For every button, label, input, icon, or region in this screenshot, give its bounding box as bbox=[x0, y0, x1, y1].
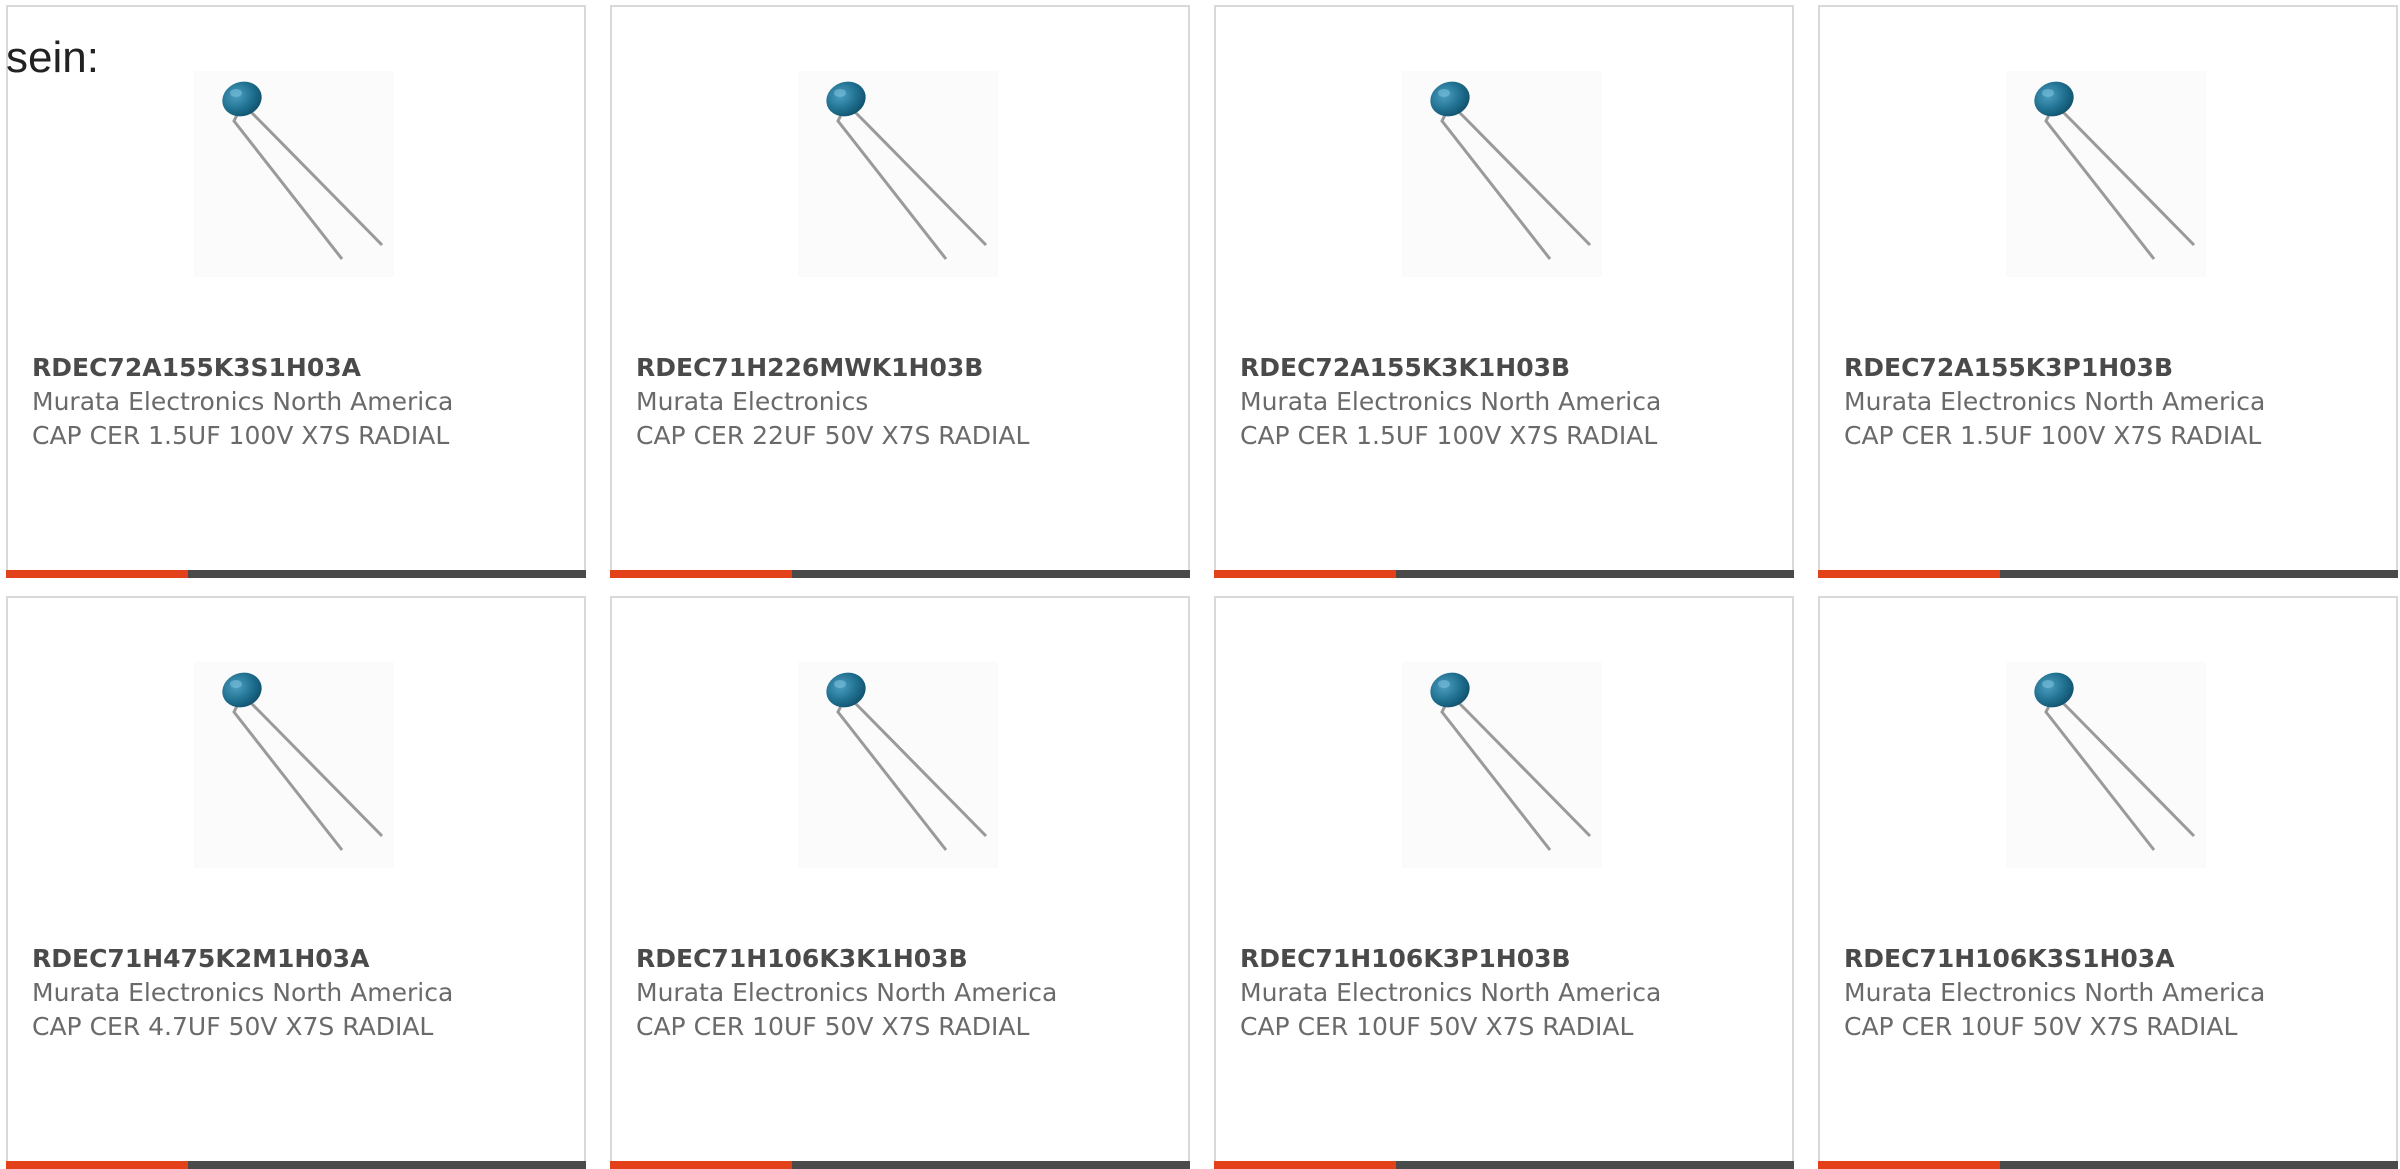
description: CAP CER 10UF 50V X7S RADIAL bbox=[636, 1012, 1030, 1041]
radial-capacitor-icon[interactable] bbox=[1402, 662, 1602, 868]
part-number[interactable]: RDEC71H106K3K1H03B bbox=[636, 942, 1172, 976]
part-number[interactable]: RDEC72A155K3K1H03B bbox=[1240, 351, 1776, 385]
description: CAP CER 10UF 50V X7S RADIAL bbox=[1240, 1012, 1634, 1041]
product-info: RDEC71H106K3K1H03B Murata Electronics No… bbox=[636, 942, 1172, 1044]
product-card[interactable]: RDEC71H106K3K1H03B Murata Electronics No… bbox=[610, 596, 1190, 1169]
card-accent-bar bbox=[6, 1161, 188, 1169]
product-info: RDEC72A155K3S1H03A Murata Electronics No… bbox=[32, 351, 568, 453]
manufacturer: Murata Electronics North America bbox=[1844, 387, 2266, 416]
lead-text: sein: bbox=[6, 33, 99, 82]
radial-capacitor-icon[interactable] bbox=[2006, 71, 2206, 277]
card-footer-bar bbox=[1214, 570, 1794, 578]
product-card[interactable]: RDEC72A155K3P1H03B Murata Electronics No… bbox=[1818, 5, 2398, 578]
card-footer-bar bbox=[6, 1161, 586, 1169]
radial-capacitor-icon[interactable] bbox=[798, 71, 998, 277]
description: CAP CER 1.5UF 100V X7S RADIAL bbox=[1844, 421, 2262, 450]
radial-capacitor-icon[interactable] bbox=[194, 662, 394, 868]
card-footer-bar bbox=[1818, 1161, 2398, 1169]
part-number[interactable]: RDEC72A155K3S1H03A bbox=[32, 351, 568, 385]
manufacturer: Murata Electronics North America bbox=[1240, 978, 1662, 1007]
manufacturer: Murata Electronics bbox=[636, 387, 869, 416]
card-bar-rest bbox=[1396, 1161, 1794, 1169]
card-bar-rest bbox=[188, 570, 586, 578]
product-info: RDEC71H106K3P1H03B Murata Electronics No… bbox=[1240, 942, 1776, 1044]
card-footer-bar bbox=[1818, 570, 2398, 578]
description: CAP CER 1.5UF 100V X7S RADIAL bbox=[32, 421, 450, 450]
card-bar-rest bbox=[792, 570, 1190, 578]
card-accent-bar bbox=[1818, 1161, 2000, 1169]
card-bar-rest bbox=[792, 1161, 1190, 1169]
product-info: RDEC71H475K2M1H03A Murata Electronics No… bbox=[32, 942, 568, 1044]
manufacturer: Murata Electronics North America bbox=[1240, 387, 1662, 416]
manufacturer: Murata Electronics North America bbox=[32, 978, 454, 1007]
description: CAP CER 22UF 50V X7S RADIAL bbox=[636, 421, 1030, 450]
part-number[interactable]: RDEC72A155K3P1H03B bbox=[1844, 351, 2380, 385]
description: CAP CER 1.5UF 100V X7S RADIAL bbox=[1240, 421, 1658, 450]
manufacturer: Murata Electronics North America bbox=[32, 387, 454, 416]
product-card[interactable]: RDEC71H106K3S1H03A Murata Electronics No… bbox=[1818, 596, 2398, 1169]
radial-capacitor-icon[interactable] bbox=[1402, 71, 1602, 277]
part-number[interactable]: RDEC71H106K3S1H03A bbox=[1844, 942, 2380, 976]
card-accent-bar bbox=[610, 570, 792, 578]
description: CAP CER 10UF 50V X7S RADIAL bbox=[1844, 1012, 2238, 1041]
product-card[interactable]: RDEC71H475K2M1H03A Murata Electronics No… bbox=[6, 596, 586, 1169]
card-accent-bar bbox=[1818, 570, 2000, 578]
manufacturer: Murata Electronics North America bbox=[1844, 978, 2266, 1007]
manufacturer: Murata Electronics North America bbox=[636, 978, 1058, 1007]
radial-capacitor-icon[interactable] bbox=[798, 662, 998, 868]
product-card[interactable]: RDEC71H106K3P1H03B Murata Electronics No… bbox=[1214, 596, 1794, 1169]
card-accent-bar bbox=[610, 1161, 792, 1169]
card-accent-bar bbox=[6, 570, 188, 578]
card-footer-bar bbox=[610, 1161, 1190, 1169]
product-card[interactable]: RDEC72A155K3K1H03B Murata Electronics No… bbox=[1214, 5, 1794, 578]
part-number[interactable]: RDEC71H475K2M1H03A bbox=[32, 942, 568, 976]
product-info: RDEC71H226MWK1H03B Murata Electronics CA… bbox=[636, 351, 1172, 453]
card-footer-bar bbox=[6, 570, 586, 578]
card-bar-rest bbox=[188, 1161, 586, 1169]
product-card[interactable]: RDEC71H226MWK1H03B Murata Electronics CA… bbox=[610, 5, 1190, 578]
part-number[interactable]: RDEC71H226MWK1H03B bbox=[636, 351, 1172, 385]
product-card[interactable]: RDEC72A155K3S1H03A Murata Electronics No… bbox=[6, 5, 586, 578]
card-footer-bar bbox=[1214, 1161, 1794, 1169]
card-accent-bar bbox=[1214, 570, 1396, 578]
product-grid: RDEC72A155K3S1H03A Murata Electronics No… bbox=[6, 5, 2400, 1169]
radial-capacitor-icon[interactable] bbox=[2006, 662, 2206, 868]
description: CAP CER 4.7UF 50V X7S RADIAL bbox=[32, 1012, 434, 1041]
card-footer-bar bbox=[610, 570, 1190, 578]
part-number[interactable]: RDEC71H106K3P1H03B bbox=[1240, 942, 1776, 976]
card-bar-rest bbox=[1396, 570, 1794, 578]
radial-capacitor-icon[interactable] bbox=[194, 71, 394, 277]
product-info: RDEC72A155K3K1H03B Murata Electronics No… bbox=[1240, 351, 1776, 453]
card-bar-rest bbox=[2000, 1161, 2398, 1169]
card-bar-rest bbox=[2000, 570, 2398, 578]
product-info: RDEC71H106K3S1H03A Murata Electronics No… bbox=[1844, 942, 2380, 1044]
product-info: RDEC72A155K3P1H03B Murata Electronics No… bbox=[1844, 351, 2380, 453]
card-accent-bar bbox=[1214, 1161, 1396, 1169]
